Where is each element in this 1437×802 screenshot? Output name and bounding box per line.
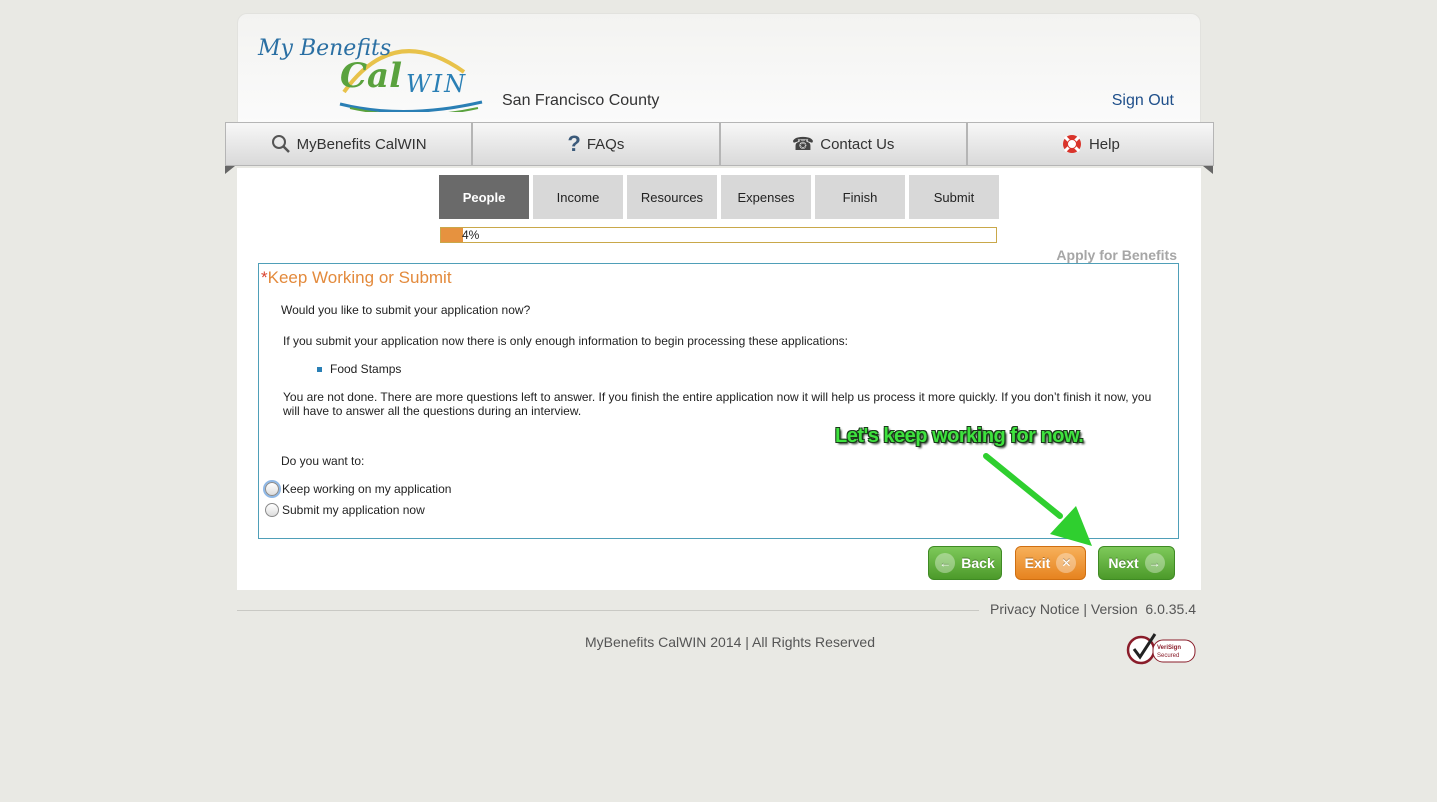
not-done-note: You are not done. There are more questio… bbox=[283, 390, 1152, 418]
footer-divider bbox=[237, 610, 979, 611]
step-tab-people[interactable]: People bbox=[439, 175, 529, 219]
svg-text:VeriSign: VeriSign bbox=[1157, 645, 1181, 651]
required-star: * bbox=[261, 268, 268, 287]
exit-button[interactable]: Exit ✕ bbox=[1015, 546, 1086, 580]
nav-item-label: FAQs bbox=[586, 135, 625, 153]
privacy-notice-link[interactable]: Privacy Notice bbox=[990, 601, 1079, 617]
nav-fold-right bbox=[1203, 166, 1213, 174]
application-name: Food Stamps bbox=[330, 362, 402, 376]
nav-item-label: Help bbox=[1088, 135, 1120, 153]
option-keep-working[interactable]: Keep working on my application bbox=[265, 482, 451, 496]
nav-item-faqs[interactable]: ? FAQs bbox=[472, 122, 720, 166]
callout-text: Let's keep working for now. bbox=[835, 425, 1084, 447]
progress-fill bbox=[441, 228, 464, 242]
option-label: Submit my application now bbox=[282, 503, 425, 517]
next-button[interactable]: Next → bbox=[1098, 546, 1175, 580]
question-icon: ? bbox=[567, 131, 581, 156]
radio-keep-working[interactable] bbox=[265, 482, 279, 496]
close-icon: ✕ bbox=[1056, 553, 1077, 573]
option-submit-now[interactable]: Submit my application now bbox=[265, 503, 425, 517]
footer-links: Privacy Notice | Version 6.0.35.4 bbox=[990, 601, 1196, 617]
step-tab-finish[interactable]: Finish bbox=[815, 175, 905, 219]
progress-label: 4% bbox=[462, 228, 480, 242]
nav-item-label: Contact Us bbox=[820, 135, 895, 153]
info-text: If you submit your application now there… bbox=[283, 334, 849, 348]
verisign-seal-icon[interactable]: VeriSign Secured bbox=[1125, 630, 1197, 666]
option-label: Keep working on my application bbox=[282, 482, 452, 496]
logo-text-cal: Cal bbox=[340, 56, 403, 96]
step-tab-income[interactable]: Income bbox=[533, 175, 623, 219]
callout-arrow-icon bbox=[983, 453, 1092, 546]
bullet-icon bbox=[317, 367, 322, 373]
nav-item-help[interactable]: Help bbox=[966, 122, 1214, 166]
step-tab-resources[interactable]: Resources bbox=[627, 175, 717, 219]
application-list-item: Food Stamps bbox=[317, 362, 401, 376]
progress-bar: 4% bbox=[440, 227, 997, 243]
radio-submit-now[interactable] bbox=[265, 503, 279, 517]
search-icon bbox=[271, 135, 290, 153]
nav-item-mybenefits[interactable]: MyBenefits CalWIN bbox=[225, 122, 473, 166]
nav-item-contact[interactable]: ☎ Contact Us bbox=[719, 122, 967, 166]
step-tabs: People Income Resources Expenses Finish … bbox=[439, 175, 999, 219]
header: My Benefits Cal WIN San Francisco County… bbox=[237, 13, 1201, 124]
step-tab-expenses[interactable]: Expenses bbox=[721, 175, 811, 219]
svg-text:Secured: Secured bbox=[1157, 653, 1179, 659]
exit-label: Exit bbox=[1024, 555, 1051, 571]
submit-question: Would you like to submit your applicatio… bbox=[281, 303, 531, 317]
back-label: Back bbox=[961, 555, 995, 571]
nav-item-label: MyBenefits CalWIN bbox=[296, 135, 427, 153]
lifebuoy-icon bbox=[1062, 135, 1081, 153]
arrow-right-icon: → bbox=[1144, 553, 1165, 573]
panel-title: *Keep Working or Submit bbox=[261, 268, 452, 288]
copyright-text: MyBenefits CalWIN 2014 | All Rights Rese… bbox=[585, 634, 875, 650]
logo-text-win: WIN bbox=[406, 70, 468, 98]
back-button[interactable]: ← Back bbox=[928, 546, 1002, 580]
sign-out-link[interactable]: Sign Out bbox=[1112, 92, 1174, 110]
next-label: Next bbox=[1108, 555, 1139, 571]
panel-title-text: Keep Working or Submit bbox=[267, 268, 452, 287]
options-prompt: Do you want to: bbox=[281, 454, 365, 468]
calwin-logo[interactable]: My Benefits Cal WIN bbox=[254, 32, 486, 112]
main-nav: MyBenefits CalWIN ? FAQs ☎ Contact Us He… bbox=[225, 122, 1214, 168]
nav-fold-left bbox=[225, 166, 235, 174]
apply-for-benefits-label: Apply for Benefits bbox=[1056, 247, 1177, 263]
county-name: San Francisco County bbox=[502, 92, 660, 109]
phone-icon: ☎ bbox=[791, 133, 815, 154]
footer-separator: | bbox=[1083, 601, 1088, 617]
step-tab-submit[interactable]: Submit bbox=[909, 175, 999, 219]
version-text: Version 6.0.35.4 bbox=[1090, 601, 1196, 617]
arrow-left-icon: ← bbox=[935, 553, 956, 573]
